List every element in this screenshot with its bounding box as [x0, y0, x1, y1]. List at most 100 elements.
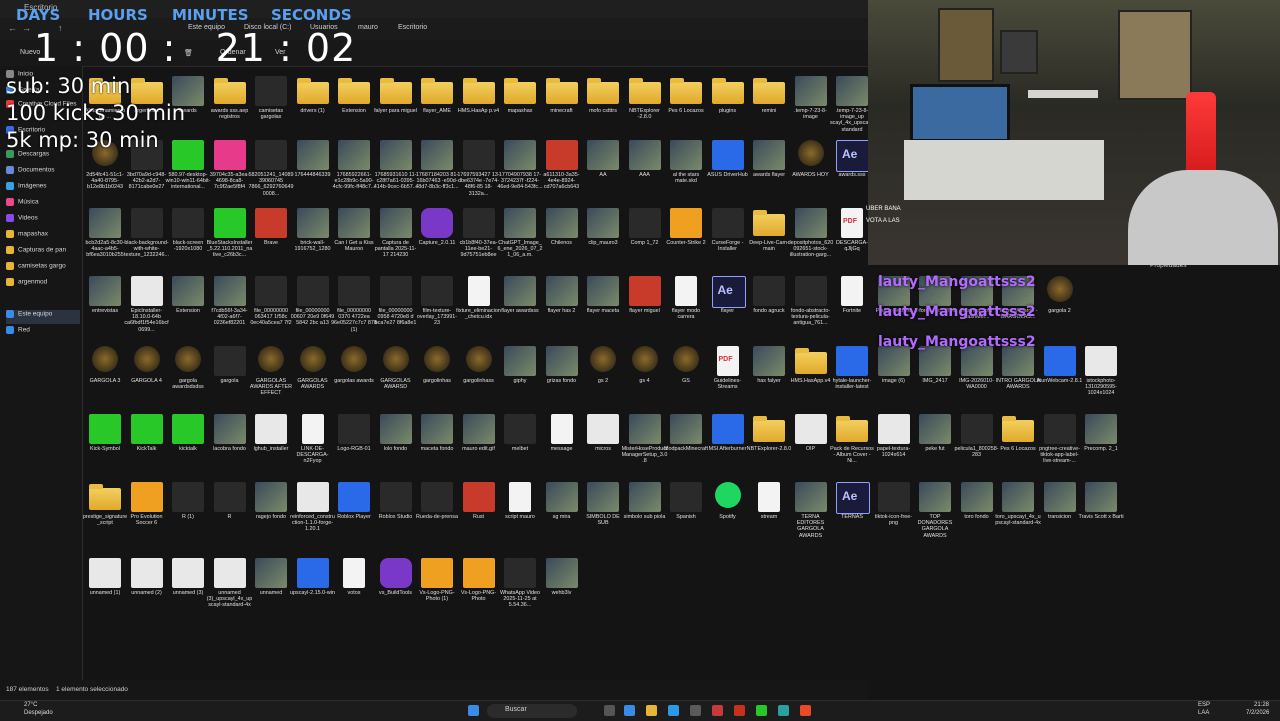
- file-item[interactable]: micros: [582, 412, 624, 480]
- breadcrumb-item[interactable]: mauro: [358, 24, 378, 31]
- file-item[interactable]: Captura de pantalla 2025-11-17 214230: [375, 206, 417, 274]
- file-item[interactable]: Spotify: [707, 480, 749, 548]
- sidebar-item[interactable]: mapashax: [6, 230, 80, 244]
- file-item[interactable]: melbet: [499, 412, 541, 480]
- file-item[interactable]: IMG-2026010-WA0000: [956, 344, 998, 412]
- clock-date[interactable]: 7/2/2026: [1246, 710, 1269, 716]
- file-item[interactable]: Comp 1_72: [624, 206, 666, 274]
- file-item[interactable]: Extension: [167, 274, 209, 342]
- kick-icon[interactable]: [756, 705, 767, 716]
- file-item[interactable]: lacobra fondo: [209, 412, 251, 480]
- file-item[interactable]: 17685922661-e1c28b9c-5a90-4cfc-99fc-ff48…: [333, 138, 375, 206]
- file-item[interactable]: Chilenos: [541, 206, 583, 274]
- file-item[interactable]: maceta fondo: [416, 412, 458, 480]
- file-item[interactable]: pelicula1_800258-283: [954, 412, 999, 480]
- file-item[interactable]: mofo cstttrs: [582, 74, 624, 142]
- file-item[interactable]: HMS.HasApp.v4: [790, 344, 832, 412]
- app-icon[interactable]: [690, 705, 701, 716]
- clock-time[interactable]: 21:28: [1254, 702, 1269, 708]
- file-item[interactable]: prestige_signature_script: [83, 480, 127, 548]
- file-item[interactable]: LINK-DE-DESCARGA-n2Fyop: [292, 412, 334, 480]
- file-item[interactable]: Extension: [333, 74, 375, 142]
- file-item[interactable]: cb1b8f40-37ea-11ee-be21-9d75751eb8ee: [458, 206, 500, 274]
- sidebar-item[interactable]: Red: [6, 326, 80, 340]
- file-item[interactable]: KickTalk: [126, 412, 168, 480]
- file-item[interactable]: GARGOLA 3: [84, 344, 126, 412]
- obs-icon[interactable]: [712, 705, 723, 716]
- file-item[interactable]: falyer para miguel: [374, 74, 417, 142]
- file-item[interactable]: black-screen -1920x1080: [167, 206, 209, 274]
- file-item[interactable]: votos: [333, 556, 375, 624]
- file-item[interactable]: sg mira: [541, 480, 583, 548]
- file-item[interactable]: has falyer: [748, 344, 790, 412]
- app-icon[interactable]: [734, 705, 745, 716]
- file-item[interactable]: transicion: [1039, 480, 1081, 548]
- file-item[interactable]: awards sss.aep registros: [209, 74, 251, 142]
- file-item[interactable]: remini: [748, 74, 790, 142]
- file-item[interactable]: Deep-Live-Cam-main: [748, 206, 790, 274]
- file-item[interactable]: unnamed: [250, 556, 292, 624]
- file-item[interactable]: Guidelines-Streams: [707, 344, 749, 412]
- file-item[interactable]: flayer_AME: [416, 74, 458, 142]
- start-icon[interactable]: [468, 705, 479, 716]
- file-item[interactable]: wehb3lv: [541, 556, 583, 624]
- file-item[interactable]: peke fut: [914, 412, 956, 480]
- file-item[interactable]: Can I Get a Kiss Mauroo: [333, 206, 375, 274]
- file-item[interactable]: OIP: [790, 412, 832, 480]
- file-item[interactable]: al the stars mate.skd: [665, 138, 707, 206]
- file-item[interactable]: gargola 2: [1039, 274, 1081, 342]
- file-item[interactable]: bcb2d2a5-8c30-4aac-a4b5-bf6ea3010b255: [84, 206, 126, 274]
- file-item[interactable]: Kick-Symbol: [84, 412, 126, 480]
- file-item[interactable]: message: [541, 412, 583, 480]
- file-item[interactable]: entrevistas: [84, 274, 126, 342]
- file-item[interactable]: hytale-launcher-installer-latest: [831, 344, 873, 412]
- file-item[interactable]: .temp-7-23-8-image_up scayl_4x_upscayl-s…: [830, 74, 874, 142]
- file-item[interactable]: GARGOLAS AWARSD: [375, 344, 417, 412]
- file-item[interactable]: file_00000000 00607 20e9 0f649 5842 2bc …: [291, 274, 334, 342]
- file-item[interactable]: GS: [665, 344, 707, 412]
- file-item[interactable]: a611310-3a35-4e4e-8924-cd707a6cb643: [541, 138, 583, 206]
- sidebar-item[interactable]: Documentos: [6, 166, 80, 180]
- sidebar-item[interactable]: Este equipo: [6, 310, 80, 324]
- widgets-icon[interactable]: [624, 705, 635, 716]
- file-item[interactable]: Spanish: [665, 480, 707, 548]
- file-item[interactable]: awards flayer: [748, 138, 790, 206]
- app-icon[interactable]: [778, 705, 789, 716]
- file-item[interactable]: gargolinhas: [416, 344, 458, 412]
- file-item[interactable]: gs 2: [582, 344, 624, 412]
- file-item[interactable]: NBTExplorer -2.8.0: [624, 74, 666, 142]
- file-item[interactable]: tiktok-icon-free-png: [873, 480, 915, 548]
- file-item[interactable]: NBTExplorer-2.8.0: [747, 412, 791, 480]
- file-item[interactable]: ragejo fondo: [250, 480, 292, 548]
- file-item[interactable]: gargolinhass: [458, 344, 500, 412]
- file-item[interactable]: ASUS DriverHub: [707, 138, 749, 206]
- file-item[interactable]: file_00000000 0370 4722ea 96e05227c7c7 8…: [331, 274, 377, 342]
- file-item[interactable]: GARGOLAS AWARDS AFTER EFFECT: [250, 344, 292, 412]
- file-item[interactable]: grizas fondo: [541, 344, 583, 412]
- file-item[interactable]: plugins: [707, 74, 749, 142]
- file-item[interactable]: AWARDS HOY: [790, 138, 832, 206]
- file-item[interactable]: Logo-RGB-01: [333, 412, 375, 480]
- file-item[interactable]: reinforced_construction-1.1.0-forge-1.20…: [290, 480, 335, 548]
- task-view-icon[interactable]: [604, 705, 615, 716]
- file-item[interactable]: TERNAS: [831, 480, 873, 548]
- file-item[interactable]: unnamed (2): [126, 556, 168, 624]
- edge-icon[interactable]: [668, 705, 679, 716]
- language-indicator[interactable]: ESP: [1198, 702, 1210, 708]
- file-item[interactable]: HMS.HasAp p.v4: [458, 74, 500, 142]
- file-item[interactable]: fondo agruck: [748, 274, 790, 342]
- file-item[interactable]: ModpackMinecraft: [664, 412, 708, 480]
- file-item[interactable]: .temp-7-23-8-image: [790, 74, 832, 142]
- file-item[interactable]: 39704c35-a3ea-4698-8ca8-7c9f2ae5f8f4: [209, 138, 251, 206]
- file-item[interactable]: lghub_installer: [250, 412, 292, 480]
- file-item[interactable]: flayer: [707, 274, 749, 342]
- file-item[interactable]: toro fondo: [956, 480, 998, 548]
- file-item[interactable]: Roblox Studio: [375, 480, 417, 548]
- file-item[interactable]: TOP DONADORES GARGOLA AWARDS: [914, 480, 956, 548]
- file-item[interactable]: clip_mauro3: [582, 206, 624, 274]
- file-item[interactable]: brick-wall-1916752_1280: [292, 206, 334, 274]
- file-item[interactable]: unnamed (3)_upscayl_4x_upscayl-standard-…: [207, 556, 252, 624]
- file-item[interactable]: Brave: [250, 206, 292, 274]
- file-item[interactable]: f7cdb56f-3a34-4f02-a6f7-0236ef82201: [209, 274, 251, 342]
- file-item[interactable]: 17704907938 17-3724237f -f224-46ed-9e84-…: [497, 138, 543, 206]
